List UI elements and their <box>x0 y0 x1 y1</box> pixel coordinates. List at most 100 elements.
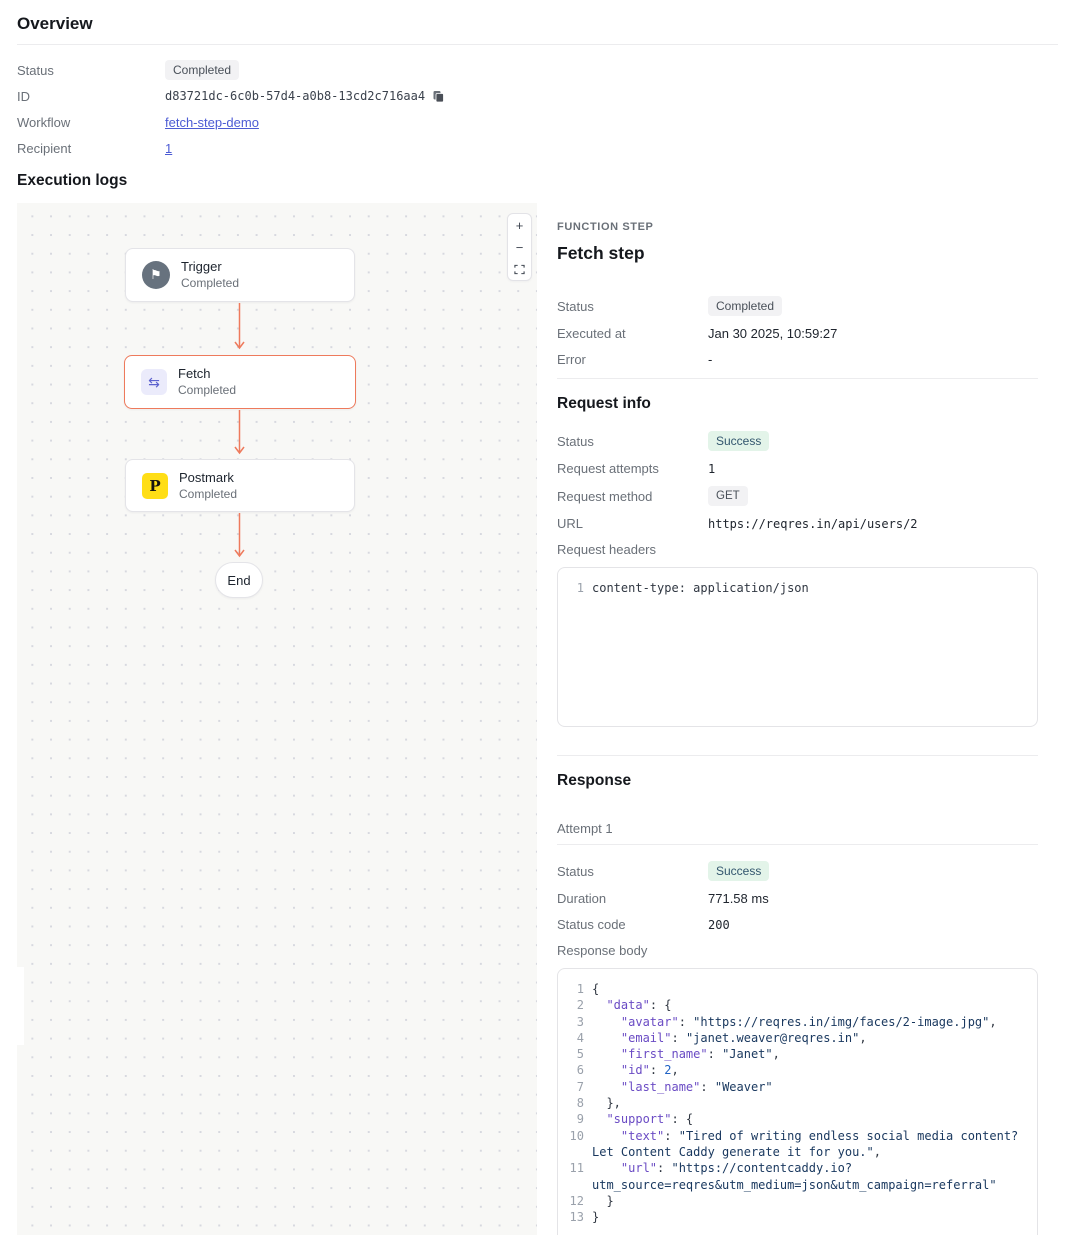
row-executed-at: Executed at Jan 30 2025, 10:59:27 <box>557 325 1038 342</box>
canvas-controls: + − <box>507 213 532 281</box>
overview-row-status: Status Completed <box>17 57 1058 83</box>
row-request-headers: Request headers <box>557 541 1038 558</box>
code-line: 9 "support": { <box>558 1111 1025 1127</box>
code-line: 10 "text": "Tired of writing endless soc… <box>558 1128 1025 1161</box>
row-request-url: URL https://reqres.in/api/users/2 <box>557 515 1038 532</box>
code-line: 6 "id": 2, <box>558 1062 1025 1078</box>
status-code-value: 200 <box>708 918 730 932</box>
node-trigger[interactable]: ⚑ Trigger Completed <box>125 248 355 302</box>
request-headers-code-block[interactable]: 1content-type: application/json <box>557 567 1038 727</box>
duration-label: Duration <box>557 891 708 906</box>
request-attempts-label: Request attempts <box>557 461 708 476</box>
row-request-method: Request method GET <box>557 486 1038 506</box>
swap-arrows-icon: ⇆ <box>141 369 167 395</box>
request-url-label: URL <box>557 516 708 531</box>
response-status-badge: Success <box>708 861 769 881</box>
node-fetch[interactable]: ⇆ Fetch Completed <box>124 355 356 409</box>
edge-fetch-postmark <box>233 410 246 459</box>
response-status-label: Status <box>557 864 708 879</box>
workflow-label: Workflow <box>17 115 165 130</box>
code-line: 4 "email": "janet.weaver@reqres.in", <box>558 1030 1025 1046</box>
step-type-label: FUNCTION STEP <box>557 221 1038 233</box>
overview-divider <box>17 44 1058 45</box>
execution-logs-title: Execution logs <box>17 172 127 190</box>
status-badge: Completed <box>165 60 239 80</box>
fit-view-icon <box>514 264 525 275</box>
code-line: 12 } <box>558 1193 1025 1209</box>
step-detail-panel: FUNCTION STEP Fetch step Status Complete… <box>557 203 1038 1235</box>
node-postmark-text: Postmark Completed <box>179 470 237 502</box>
node-title: Postmark <box>179 470 237 486</box>
response-rows: Status Success Duration 771.58 ms Status… <box>557 861 1038 959</box>
code-line: 13} <box>558 1209 1025 1225</box>
row-request-status: Status Success <box>557 431 1038 451</box>
response-title: Response <box>557 771 1038 791</box>
workflow-link[interactable]: fetch-step-demo <box>165 115 259 130</box>
step-title: Fetch step <box>557 242 1038 264</box>
request-headers-label: Request headers <box>557 542 708 557</box>
node-postmark[interactable]: P Postmark Completed <box>125 459 355 512</box>
recipient-link[interactable]: 1 <box>165 141 172 156</box>
code-line: 7 "last_name": "Weaver" <box>558 1079 1025 1095</box>
zoom-out-button[interactable]: − <box>508 236 531 258</box>
node-trigger-text: Trigger Completed <box>181 259 239 291</box>
panel-divider <box>557 755 1038 756</box>
workflow-canvas[interactable]: ⚑ Trigger Completed ⇆ Fetch Completed P … <box>17 203 537 1235</box>
recipient-label: Recipient <box>17 141 165 156</box>
row-response-body: Response body <box>557 942 1038 959</box>
workflow-run-detail-page: Overview Status Completed ID d83721dc-6c… <box>0 0 1075 1235</box>
duration-value: 771.58 ms <box>708 891 769 906</box>
row-request-attempts: Request attempts 1 <box>557 460 1038 477</box>
node-end[interactable]: End <box>215 562 263 598</box>
executed-at-label: Executed at <box>557 326 708 341</box>
request-url-value: https://reqres.in/api/users/2 <box>708 517 918 531</box>
response-body-code-block[interactable]: 1{2 "data": {3 "avatar": "https://reqres… <box>557 968 1038 1235</box>
row-duration: Duration 771.58 ms <box>557 890 1038 907</box>
code-line: 1{ <box>558 981 1025 997</box>
node-fetch-text: Fetch Completed <box>178 366 236 398</box>
request-info-title: Request info <box>557 394 1038 414</box>
row-response-status: Status Success <box>557 861 1038 881</box>
id-text: d83721dc-6c0b-57d4-a0b8-13cd2c716aa4 <box>165 89 425 103</box>
node-status: Completed <box>178 383 236 398</box>
fit-view-button[interactable] <box>508 258 531 280</box>
id-label: ID <box>17 89 165 104</box>
node-status: Completed <box>179 487 237 502</box>
request-method-badge: GET <box>708 486 748 506</box>
row-step-status: Status Completed <box>557 296 1038 316</box>
attempt-label: Attempt 1 <box>557 821 1038 837</box>
code-line: 11 "url": "https://contentcaddy.io?utm_s… <box>558 1160 1025 1193</box>
request-method-label: Request method <box>557 489 708 504</box>
attempt-divider <box>557 844 1038 845</box>
node-status: Completed <box>181 276 239 291</box>
edge-postmark-end <box>233 513 246 562</box>
row-status-code: Status code 200 <box>557 916 1038 933</box>
status-code-label: Status code <box>557 917 708 932</box>
request-info-rows: Status Success Request attempts 1 Reques… <box>557 431 1038 558</box>
request-status-label: Status <box>557 434 708 449</box>
executed-at-value: Jan 30 2025, 10:59:27 <box>708 326 837 341</box>
postmark-logo-icon: P <box>142 473 168 499</box>
code-line: 3 "avatar": "https://reqres.in/img/faces… <box>558 1014 1025 1030</box>
step-status-badge: Completed <box>708 296 782 316</box>
node-title: Trigger <box>181 259 239 275</box>
code-line: 8 }, <box>558 1095 1025 1111</box>
status-label: Status <box>17 63 165 78</box>
canvas-left-overlay <box>0 967 24 1045</box>
overview-row-workflow: Workflow fetch-step-demo <box>17 109 1058 135</box>
overview-rows: Status Completed ID d83721dc-6c0b-57d4-a… <box>17 57 1058 161</box>
edge-trigger-fetch <box>233 303 246 354</box>
overview-row-recipient: Recipient 1 <box>17 135 1058 161</box>
response-body-label: Response body <box>557 943 708 958</box>
overview-title: Overview <box>17 14 1058 34</box>
copy-icon[interactable] <box>432 90 445 103</box>
code-line: 2 "data": { <box>558 997 1025 1013</box>
id-value: d83721dc-6c0b-57d4-a0b8-13cd2c716aa4 <box>165 89 445 103</box>
panel-divider <box>557 378 1038 379</box>
zoom-in-button[interactable]: + <box>508 214 531 236</box>
request-attempts-value: 1 <box>708 462 715 476</box>
request-status-badge: Success <box>708 431 769 451</box>
error-value: - <box>708 352 712 367</box>
row-error: Error - <box>557 351 1038 368</box>
node-title: Fetch <box>178 366 236 382</box>
